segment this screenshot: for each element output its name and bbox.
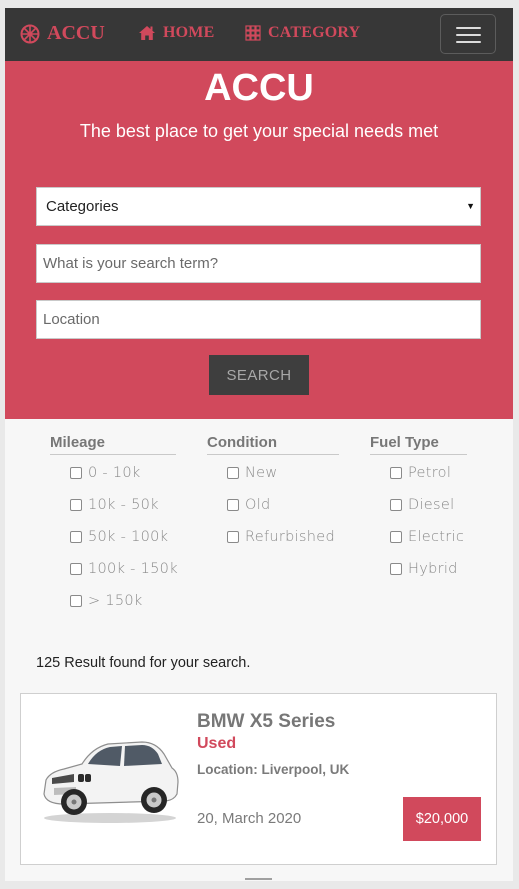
result-count: 125 Result found for your search.	[36, 655, 251, 671]
condition-option-label: Old	[245, 497, 271, 513]
location-field	[36, 300, 481, 339]
nav-home-link[interactable]: HOME	[138, 24, 214, 42]
condition-option[interactable]: Refurbished	[227, 529, 335, 545]
mileage-option[interactable]: 100k - 150k	[70, 561, 178, 577]
fuel-type-option[interactable]: Electric	[390, 529, 464, 545]
fuel-type-option[interactable]: Diesel	[390, 497, 454, 513]
mileage-option[interactable]: 0 - 10k	[70, 465, 141, 481]
hamburger-icon-bar	[456, 34, 481, 36]
checkbox[interactable]	[390, 531, 402, 543]
home-icon	[139, 26, 155, 40]
checkbox[interactable]	[227, 531, 239, 543]
mileage-option-label: 50k - 100k	[88, 529, 169, 545]
brand-name: ACCU	[47, 22, 105, 44]
mileage-filter: Mileage	[50, 434, 176, 455]
checkbox[interactable]	[227, 499, 239, 511]
listing-location: Location: Liverpool, UK	[197, 762, 350, 777]
checkbox[interactable]	[70, 563, 82, 575]
fuel-type-option[interactable]: Hybrid	[390, 561, 458, 577]
drag-handle-icon[interactable]	[245, 878, 272, 881]
mileage-option-label: > 150k	[88, 593, 143, 609]
fuel-type-option-label: Diesel	[408, 497, 455, 513]
listing-condition: Used	[197, 735, 237, 752]
nav-category-link[interactable]: CATEGORY	[245, 24, 360, 42]
mileage-heading: Mileage	[50, 434, 176, 455]
condition-option-label: Refurbished	[245, 529, 336, 545]
category-select-value: Categories	[46, 198, 119, 215]
listing-date: 20, March 2020	[197, 810, 302, 827]
fuel-type-heading: Fuel Type	[370, 434, 467, 455]
location-input[interactable]	[37, 301, 480, 338]
search-button[interactable]: SEARCH	[209, 355, 309, 395]
mileage-option[interactable]: 10k - 50k	[70, 497, 159, 513]
condition-option-label: New	[245, 465, 278, 481]
hamburger-icon	[456, 27, 481, 29]
brand-link[interactable]: ACCU	[20, 22, 105, 45]
browser-viewport: ACCU HOME CATEGORY ACCU The best place t…	[5, 8, 513, 881]
hero-section: ACCU The best place to get your special …	[5, 61, 513, 419]
search-term-field	[36, 244, 481, 283]
hamburger-icon-bar	[456, 41, 481, 43]
hero-subtitle: The best place to get your special needs…	[79, 121, 439, 141]
hero-title: ACCU	[204, 67, 314, 109]
listing-card[interactable]: BMW X5 Series Used Location: Liverpool, …	[20, 693, 497, 865]
checkbox[interactable]	[390, 563, 402, 575]
checkbox[interactable]	[227, 467, 239, 479]
mileage-option-label: 0 - 10k	[88, 465, 141, 481]
condition-option[interactable]: Old	[227, 497, 271, 513]
category-select[interactable]: Categories ▼	[36, 187, 481, 226]
dharma-wheel-icon	[20, 24, 40, 43]
fuel-type-filter: Fuel Type	[370, 434, 467, 455]
price-button[interactable]: $20,000	[403, 797, 481, 841]
fuel-type-option[interactable]: Petrol	[390, 465, 451, 481]
fuel-type-option-label: Petrol	[408, 465, 452, 481]
fuel-type-option-label: Electric	[408, 529, 465, 545]
car-image	[43, 741, 179, 823]
checkbox[interactable]	[70, 531, 82, 543]
navbar: ACCU HOME CATEGORY	[5, 8, 513, 61]
mileage-option[interactable]: > 150k	[70, 593, 143, 609]
fuel-type-option-label: Hybrid	[408, 561, 458, 577]
search-term-input[interactable]	[37, 245, 480, 282]
nav-home-label: HOME	[163, 24, 215, 41]
mileage-option[interactable]: 50k - 100k	[70, 529, 168, 545]
nav-category-label: CATEGORY	[268, 24, 361, 41]
checkbox[interactable]	[390, 499, 402, 511]
checkbox[interactable]	[390, 467, 402, 479]
checkbox[interactable]	[70, 467, 82, 479]
caret-down-icon: ▼	[466, 201, 475, 211]
mileage-option-label: 100k - 150k	[88, 561, 178, 577]
grid-icon	[245, 25, 261, 41]
checkbox[interactable]	[70, 595, 82, 607]
mileage-option-label: 10k - 50k	[88, 497, 159, 513]
navbar-toggler-button[interactable]	[440, 14, 496, 54]
condition-filter: Condition	[207, 434, 339, 455]
condition-heading: Condition	[207, 434, 339, 455]
condition-option[interactable]: New	[227, 465, 278, 481]
checkbox[interactable]	[70, 499, 82, 511]
listing-title[interactable]: BMW X5 Series	[197, 711, 335, 733]
